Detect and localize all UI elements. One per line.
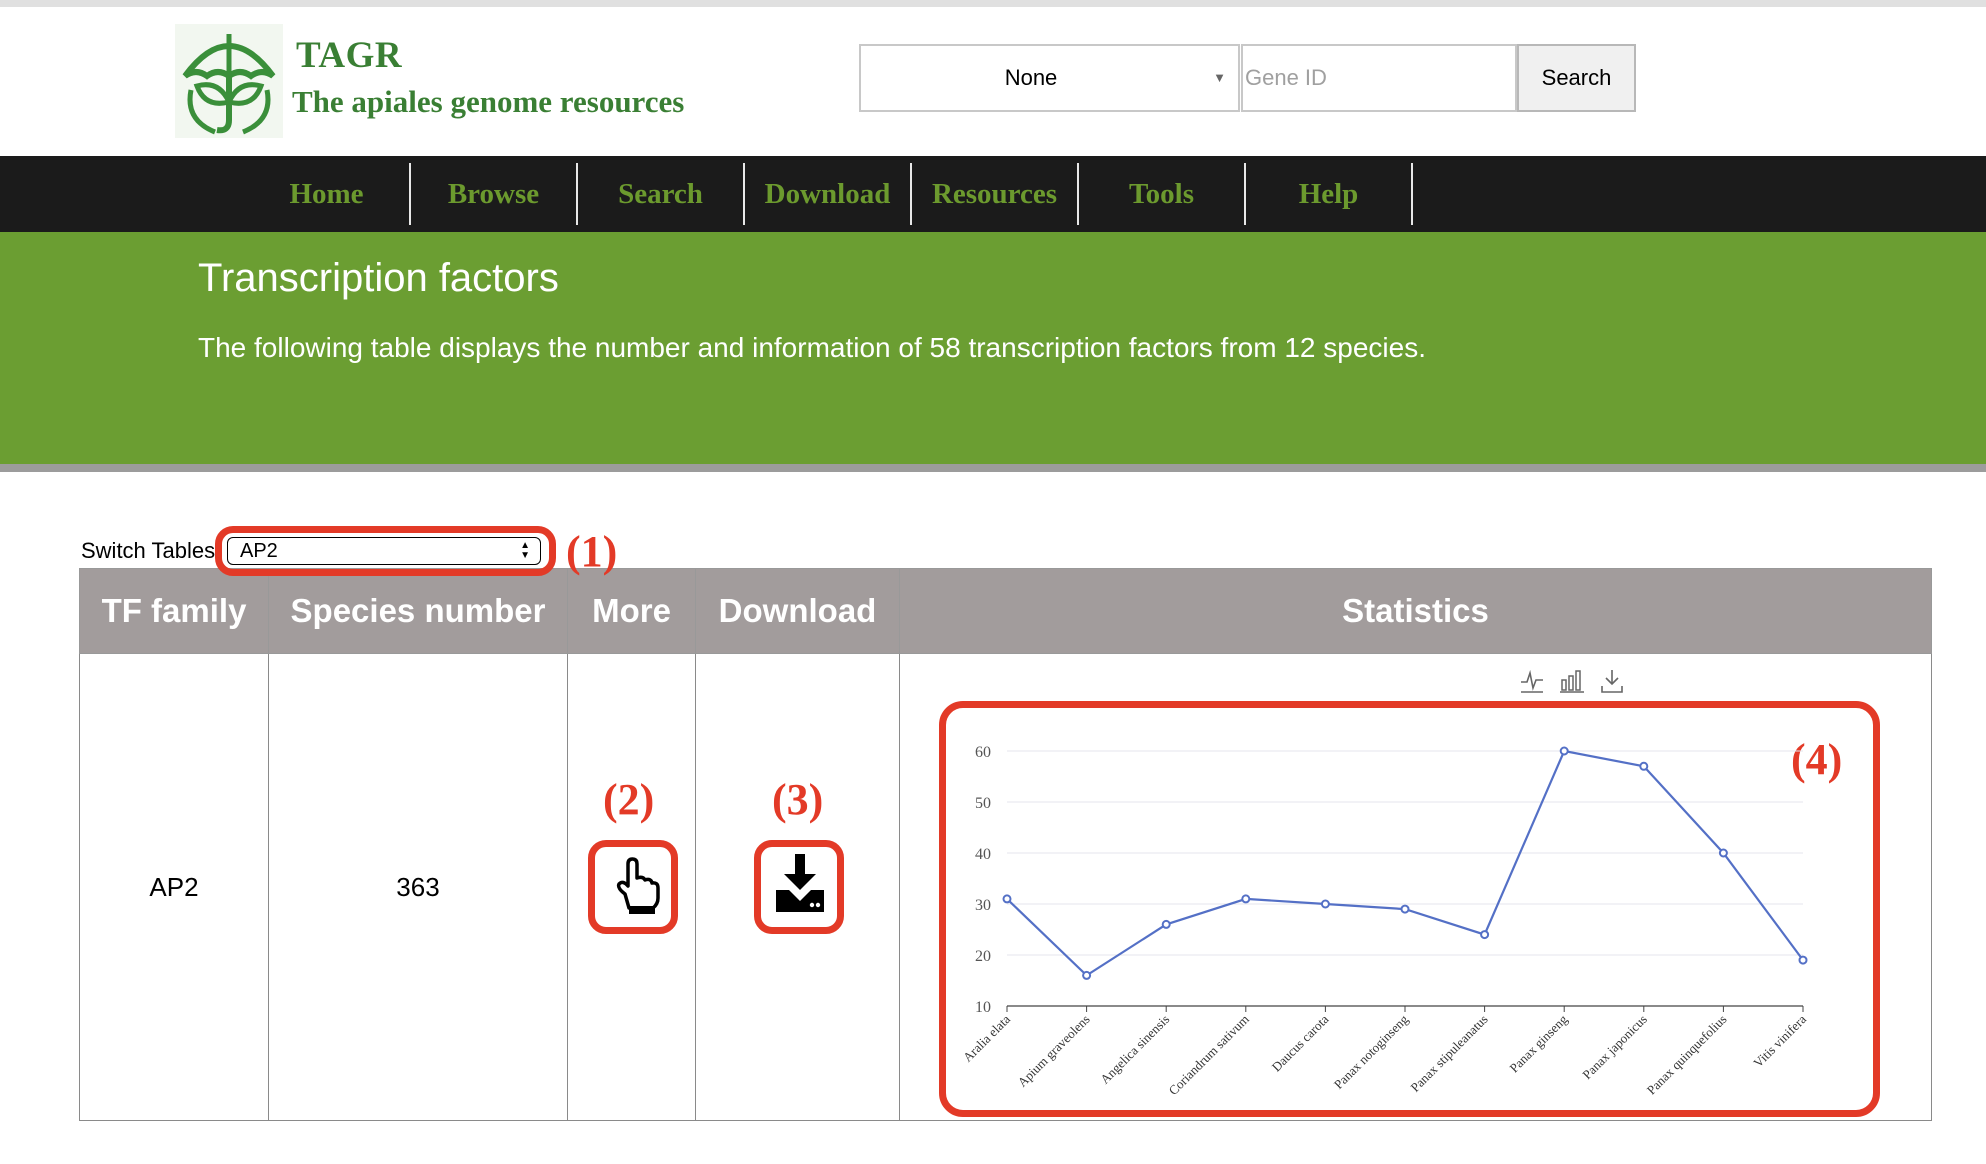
y-tick-label: 50 bbox=[975, 795, 991, 812]
nav-browse[interactable]: Browse bbox=[411, 163, 578, 225]
search-button[interactable]: Search bbox=[1517, 44, 1636, 112]
brand-title: TAGR bbox=[296, 35, 403, 76]
data-point[interactable] bbox=[1798, 955, 1808, 965]
data-point[interactable] bbox=[1639, 761, 1649, 771]
x-tick-label: Coriandrum sativum bbox=[1165, 1012, 1251, 1098]
x-tick-label: Panax ginseng bbox=[1506, 1011, 1570, 1075]
brand-subtitle: The apiales genome resources bbox=[292, 84, 685, 119]
data-point[interactable] bbox=[1400, 904, 1410, 914]
data-point[interactable] bbox=[1161, 919, 1171, 929]
page-title: Transcription factors bbox=[198, 256, 559, 300]
x-tick-label: Angelica sinensis bbox=[1097, 1012, 1172, 1087]
series-line bbox=[1006, 749, 1804, 977]
statistics-line-chart: 10 20 30 40 50 60 Aralia elata Apium graveolen… bbox=[960, 744, 1809, 1098]
data-point[interactable] bbox=[1559, 746, 1569, 756]
save-image-icon[interactable] bbox=[1599, 668, 1625, 699]
top-strip bbox=[0, 0, 1986, 7]
nav-resources[interactable]: Resources bbox=[912, 163, 1079, 225]
data-point[interactable] bbox=[1082, 970, 1092, 980]
data-point[interactable] bbox=[1002, 894, 1012, 904]
x-tick-label: Aralia elata bbox=[960, 1011, 1013, 1064]
data-point[interactable] bbox=[1480, 930, 1490, 940]
line-chart-icon[interactable] bbox=[1519, 668, 1545, 699]
annotation-label-3: (3) bbox=[772, 775, 824, 824]
nav-help[interactable]: Help bbox=[1246, 163, 1413, 225]
table-header-row: TF family Species number More Download S… bbox=[79, 568, 1932, 654]
gene-id-input[interactable] bbox=[1241, 44, 1517, 112]
x-tick-label: Panax notoginseng bbox=[1331, 1011, 1412, 1092]
y-tick-label: 10 bbox=[975, 999, 991, 1016]
x-tick-label: Vitis vinifera bbox=[1750, 1011, 1809, 1070]
y-tick-label: 20 bbox=[975, 948, 991, 965]
col-statistics: Statistics bbox=[899, 568, 1932, 654]
y-tick-label: 60 bbox=[975, 744, 991, 761]
species-select[interactable]: None ▼ bbox=[859, 44, 1240, 112]
annotation-box-1 bbox=[215, 526, 556, 576]
col-species-number: Species number bbox=[268, 568, 568, 654]
x-tick-label: Panax stipuleanatus bbox=[1407, 1012, 1490, 1095]
data-point[interactable] bbox=[1718, 848, 1728, 858]
x-tick-label: Apium graveolens bbox=[1014, 1012, 1092, 1090]
y-tick-label: 30 bbox=[975, 897, 991, 914]
col-download: Download bbox=[695, 568, 900, 654]
species-select-value: None bbox=[1004, 65, 1058, 90]
cell-species-number: 363 bbox=[268, 653, 568, 1121]
tagr-logo bbox=[175, 24, 283, 138]
bar-chart-icon[interactable] bbox=[1559, 668, 1585, 699]
chevron-down-icon: ▼ bbox=[1213, 70, 1226, 85]
col-more: More bbox=[567, 568, 696, 654]
switch-tables-label: Switch Tables bbox=[81, 538, 216, 563]
nav-search[interactable]: Search bbox=[578, 163, 745, 225]
col-tf-family: TF family bbox=[79, 568, 269, 654]
annotation-label-1: (1) bbox=[566, 527, 618, 576]
nav-tools[interactable]: Tools bbox=[1079, 163, 1246, 225]
annotation-box-3 bbox=[754, 840, 844, 934]
page-description: The following table displays the number … bbox=[198, 332, 1426, 363]
main-nav: Home Browse Search Download Resources To… bbox=[0, 156, 1986, 232]
banner-divider bbox=[0, 464, 1986, 472]
annotation-label-2: (2) bbox=[603, 775, 655, 824]
cell-tf-family: AP2 bbox=[79, 653, 269, 1121]
x-tick-label: Panax quinquefolius bbox=[1644, 1012, 1730, 1098]
data-point[interactable] bbox=[1241, 894, 1251, 904]
x-tick-label: Panax japonicus bbox=[1579, 1012, 1650, 1083]
data-point[interactable] bbox=[1320, 899, 1330, 909]
nav-home[interactable]: Home bbox=[244, 163, 411, 225]
nav-download[interactable]: Download bbox=[745, 163, 912, 225]
x-tick-label: Daucus carota bbox=[1269, 1011, 1332, 1074]
annotation-box-2 bbox=[588, 840, 678, 934]
y-tick-label: 40 bbox=[975, 846, 991, 863]
